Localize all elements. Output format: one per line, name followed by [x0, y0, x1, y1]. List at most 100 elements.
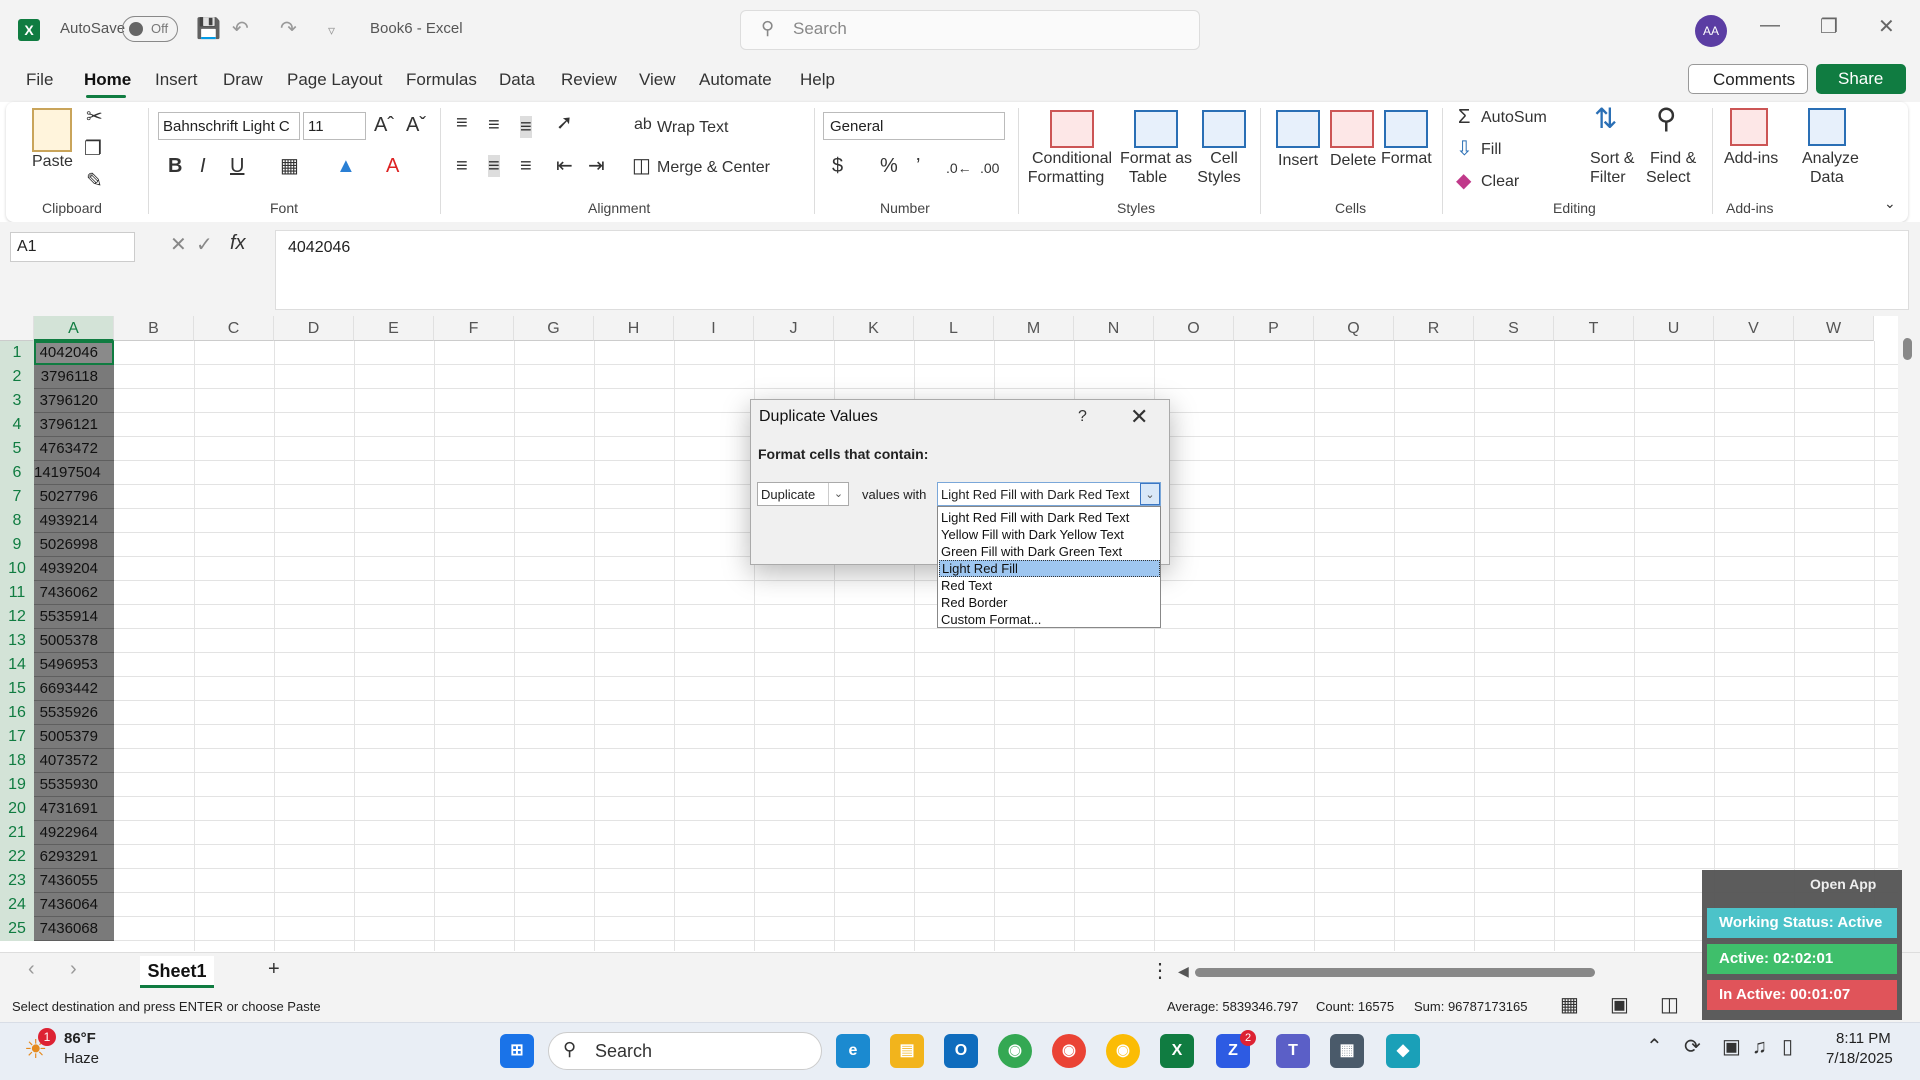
row-header[interactable]: 23: [0, 869, 34, 893]
redo-icon[interactable]: ↷: [280, 16, 297, 41]
wrap-text-icon[interactable]: ab: [634, 114, 652, 136]
sort-filter-icon[interactable]: ⇅: [1594, 105, 1617, 133]
font-color-icon[interactable]: A: [386, 155, 399, 177]
enter-formula-icon[interactable]: ✓: [196, 234, 213, 256]
fill-button[interactable]: Fill: [1481, 140, 1501, 159]
comma-style-icon[interactable]: ’: [916, 155, 920, 177]
column-header-a[interactable]: A: [34, 316, 114, 341]
orientation-icon[interactable]: ➚: [556, 112, 573, 134]
row-header[interactable]: 15: [0, 677, 34, 701]
network-icon[interactable]: ▣: [1722, 1036, 1741, 1058]
row-header[interactable]: 21: [0, 821, 34, 845]
sheet-options-icon[interactable]: ⋮: [1150, 960, 1170, 982]
clock-time[interactable]: 8:11 PM: [1836, 1030, 1891, 1047]
chevron-down-icon[interactable]: ⌄: [1140, 483, 1160, 505]
decrease-decimal-icon[interactable]: .00: [980, 157, 999, 179]
row-header[interactable]: 5: [0, 437, 34, 461]
cell-a[interactable]: 4042046: [34, 341, 114, 365]
collapse-ribbon-icon[interactable]: ⌄: [1884, 192, 1896, 214]
column-header-b[interactable]: B: [114, 316, 194, 341]
format-as-table-line1[interactable]: Format as: [1118, 149, 1194, 168]
cell-a[interactable]: 3796121: [34, 413, 114, 437]
paste-icon[interactable]: [32, 108, 72, 152]
row-header[interactable]: 4: [0, 413, 34, 437]
column-header-n[interactable]: N: [1074, 316, 1154, 341]
duplicate-type-select[interactable]: Duplicate ⌄: [757, 482, 849, 506]
align-top-icon[interactable]: ≡: [456, 112, 468, 134]
close-window-icon[interactable]: ✕: [1878, 14, 1895, 39]
row-header[interactable]: 14: [0, 653, 34, 677]
percent-icon[interactable]: %: [880, 155, 898, 177]
horizontal-scroll-thumb[interactable]: [1195, 968, 1595, 977]
page-layout-view-icon[interactable]: ▣: [1610, 994, 1629, 1016]
status-count[interactable]: Count: 16575: [1316, 999, 1394, 1014]
column-header-i[interactable]: I: [674, 316, 754, 341]
cell-a[interactable]: 7436062: [34, 581, 114, 605]
tab-view[interactable]: View: [639, 70, 676, 90]
tab-draw[interactable]: Draw: [223, 70, 263, 90]
column-header-e[interactable]: E: [354, 316, 434, 341]
show-hidden-icons[interactable]: ⌃: [1646, 1036, 1663, 1058]
chrome-icon[interactable]: ◉: [998, 1034, 1032, 1068]
row-header[interactable]: 16: [0, 701, 34, 725]
autosum-button[interactable]: AutoSum: [1481, 108, 1547, 127]
select-all-corner[interactable]: [0, 316, 34, 341]
cell-a[interactable]: 3796120: [34, 389, 114, 413]
font-name-select[interactable]: Bahnschrift Light C: [158, 112, 300, 140]
calculator-icon[interactable]: ▦: [1330, 1034, 1364, 1068]
scroll-left-icon[interactable]: ◀: [1178, 960, 1189, 982]
sort-filter-line2[interactable]: Filter: [1590, 168, 1626, 187]
column-header-d[interactable]: D: [274, 316, 354, 341]
cell-a[interactable]: 4939214: [34, 509, 114, 533]
cell-styles-line2[interactable]: Styles: [1194, 168, 1244, 187]
undo-icon[interactable]: ↶: [232, 16, 249, 41]
outlook-icon[interactable]: O: [944, 1034, 978, 1068]
share-button[interactable]: Share: [1816, 64, 1906, 94]
vertical-scroll-thumb[interactable]: [1903, 338, 1912, 360]
tab-automate[interactable]: Automate: [699, 70, 772, 90]
row-header[interactable]: 20: [0, 797, 34, 821]
format-style-select[interactable]: Light Red Fill with Dark Red Text ⌄: [937, 482, 1161, 506]
increase-indent-icon[interactable]: ⇥: [588, 155, 605, 177]
teams-icon[interactable]: T: [1276, 1034, 1310, 1068]
paste-button[interactable]: Paste: [32, 152, 73, 171]
conditional-formatting-icon[interactable]: [1050, 110, 1094, 148]
autosave-toggle[interactable]: Off: [122, 16, 178, 42]
prev-sheet-icon[interactable]: ‹: [28, 958, 35, 980]
format-option[interactable]: Light Red Fill with Dark Red Text: [939, 509, 1160, 526]
excel-taskbar-icon[interactable]: X: [1160, 1034, 1194, 1068]
column-header-k[interactable]: K: [834, 316, 914, 341]
add-sheet-icon[interactable]: +: [268, 958, 280, 980]
taskbar-search[interactable]: ⚲ Search: [548, 1032, 822, 1070]
minimize-icon[interactable]: —: [1760, 14, 1780, 37]
bold-icon[interactable]: B: [168, 155, 182, 177]
analyze-data-icon[interactable]: [1808, 108, 1846, 146]
tab-help[interactable]: Help: [800, 70, 835, 90]
cell-styles-icon[interactable]: [1202, 110, 1246, 148]
row-header[interactable]: 19: [0, 773, 34, 797]
dialog-close-icon[interactable]: ✕: [1130, 404, 1148, 430]
format-option[interactable]: Red Text: [939, 577, 1160, 594]
merge-center-button[interactable]: Merge & Center: [657, 158, 770, 177]
borders-icon[interactable]: ▦: [280, 155, 299, 177]
column-header-f[interactable]: F: [434, 316, 514, 341]
align-middle-icon[interactable]: ≡: [488, 114, 500, 136]
column-header-o[interactable]: O: [1154, 316, 1234, 341]
delete-cells-icon[interactable]: [1330, 110, 1374, 148]
clear-button[interactable]: Clear: [1481, 172, 1519, 191]
row-header[interactable]: 1: [0, 341, 34, 365]
fill-icon[interactable]: ⇩: [1456, 138, 1473, 160]
search-input[interactable]: ⚲ Search: [740, 10, 1200, 50]
row-header[interactable]: 6: [0, 461, 34, 485]
column-header-q[interactable]: Q: [1314, 316, 1394, 341]
column-header-h[interactable]: H: [594, 316, 674, 341]
merge-icon[interactable]: ◫: [632, 155, 651, 177]
decrease-font-icon[interactable]: Aˇ: [406, 114, 426, 136]
cell-a[interactable]: 5496953: [34, 653, 114, 677]
analyze-data-line1[interactable]: Analyze: [1802, 149, 1859, 168]
analyze-data-line2[interactable]: Data: [1810, 168, 1844, 187]
cell-styles-line1[interactable]: Cell: [1204, 149, 1244, 168]
copy-icon[interactable]: ❐: [84, 138, 102, 160]
column-header-g[interactable]: G: [514, 316, 594, 341]
row-header[interactable]: 25: [0, 917, 34, 941]
